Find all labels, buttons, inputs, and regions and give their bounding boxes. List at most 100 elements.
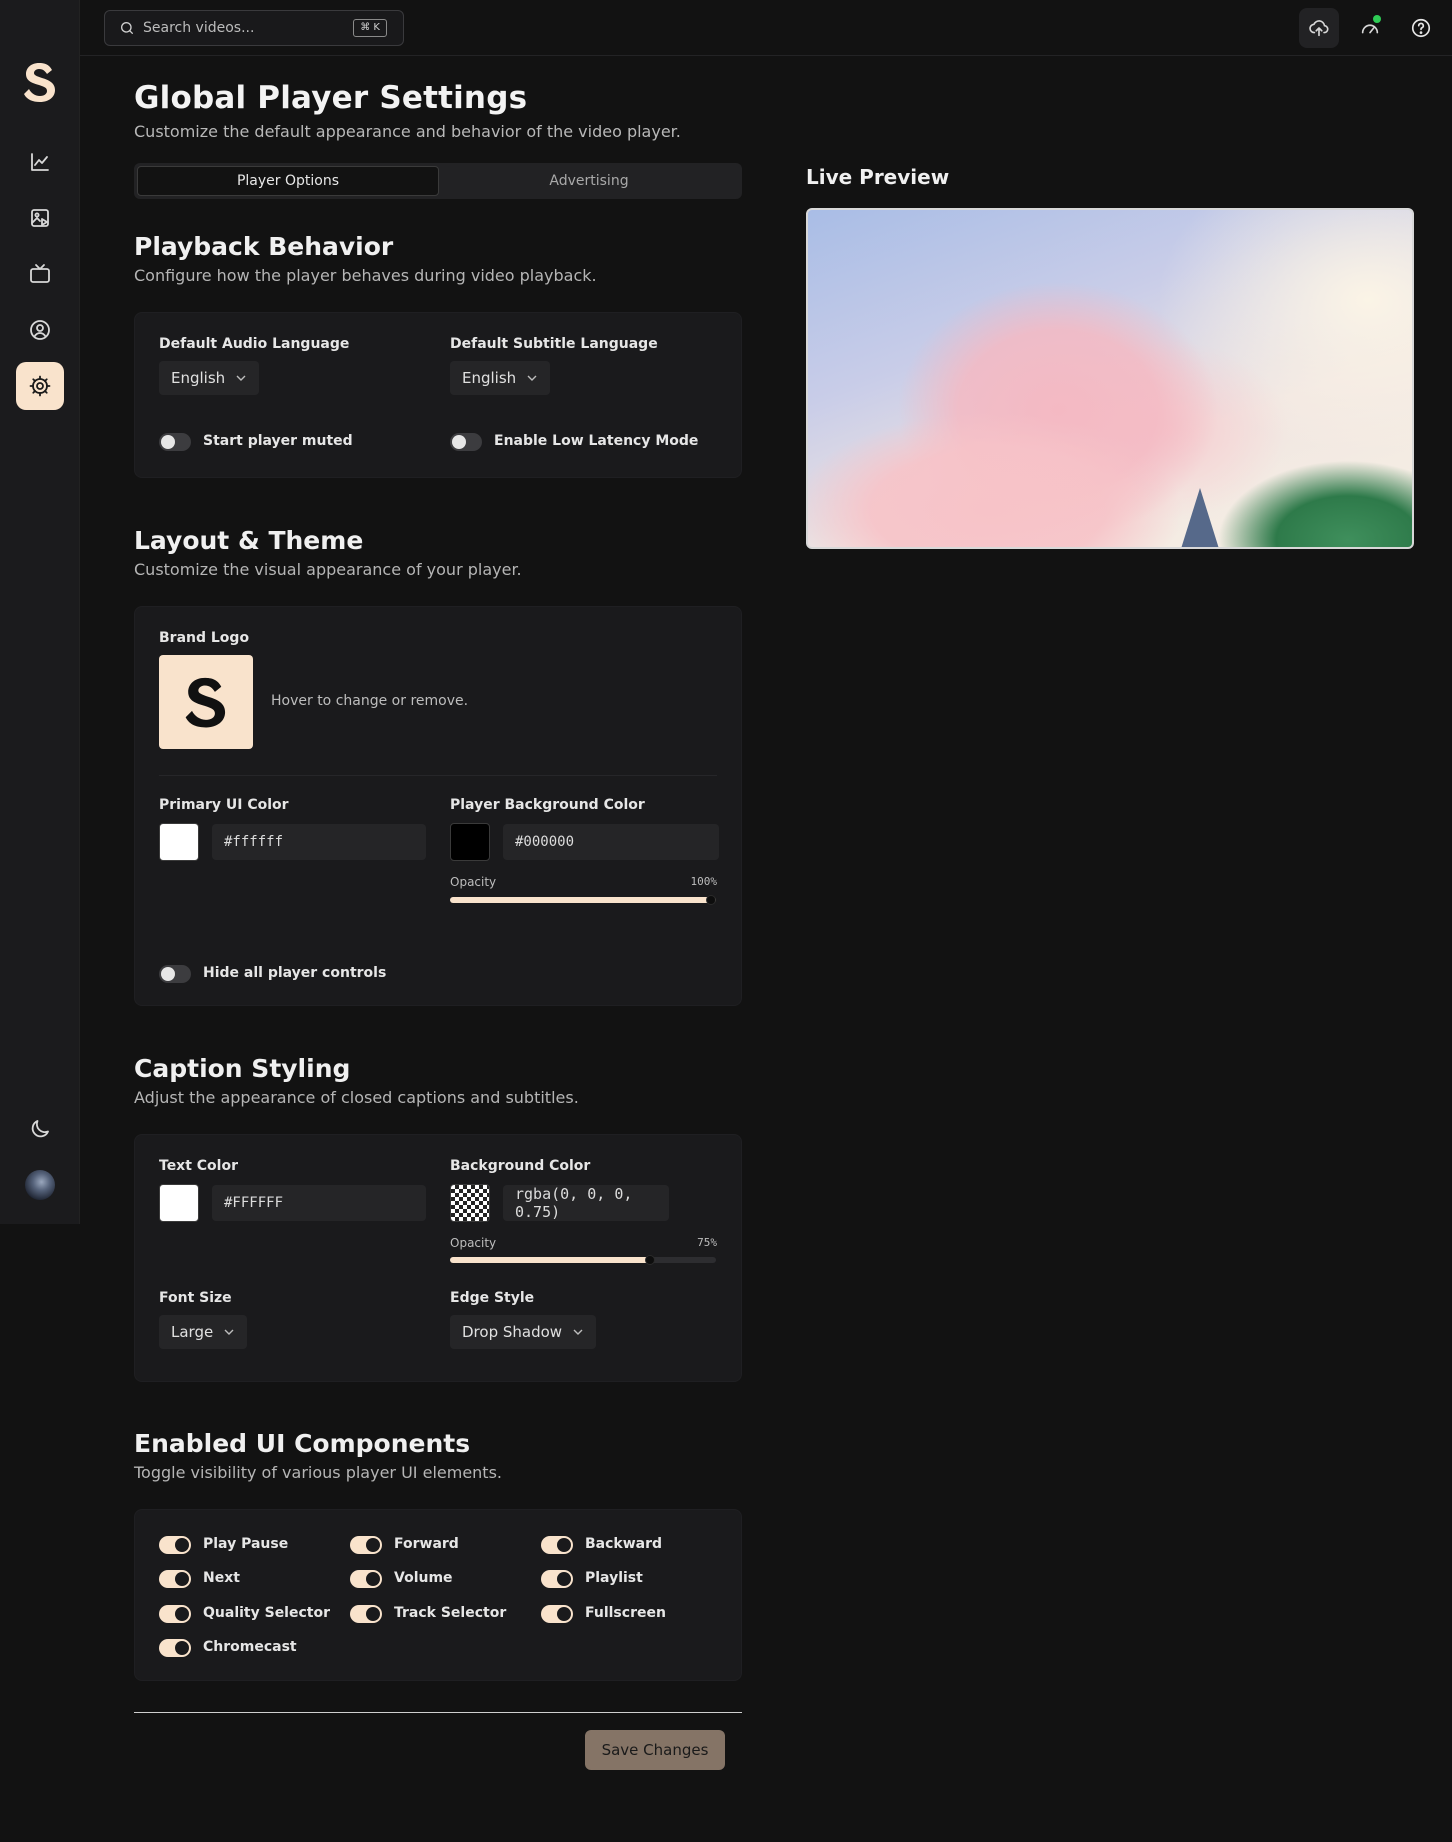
subtitle-language-select[interactable]: English: [450, 361, 551, 395]
help-button[interactable]: [1401, 8, 1441, 48]
divider: [159, 775, 717, 776]
caption-text-color-input[interactable]: #FFFFFF: [212, 1185, 426, 1221]
search-icon: [121, 22, 133, 34]
components-section-subtitle: Toggle visibility of various player UI e…: [134, 1463, 502, 1482]
component-toggle-track-selector[interactable]: [350, 1605, 382, 1623]
start-muted-label: Start player muted: [203, 433, 353, 449]
start-muted-toggle[interactable]: [159, 433, 191, 451]
caption-opacity-slider[interactable]: [450, 1255, 716, 1265]
sidebar-item-channels[interactable]: [16, 250, 64, 298]
brand-logo-upload[interactable]: [159, 655, 253, 749]
sidebar-item-media[interactable]: [16, 194, 64, 242]
caption-section-title: Caption Styling: [134, 1054, 351, 1083]
page-subtitle: Customize the default appearance and beh…: [134, 122, 681, 141]
tab-bar: Player Options Advertising: [134, 163, 742, 199]
component-label-next: Next: [203, 1570, 240, 1586]
playback-section-title: Playback Behavior: [134, 232, 394, 261]
video-preview[interactable]: [806, 208, 1414, 549]
brand-logo-label: Brand Logo: [159, 630, 250, 646]
component-toggle-play-pause[interactable]: [159, 1536, 191, 1554]
sidebar-item-analytics[interactable]: [16, 138, 64, 186]
component-label-chromecast: Chromecast: [203, 1639, 297, 1655]
component-toggle-playlist[interactable]: [541, 1570, 573, 1588]
player-bg-color-swatch[interactable]: [450, 823, 490, 861]
search-shortcut: ⌘ K: [353, 19, 387, 37]
caption-bg-color-input[interactable]: rgba(0, 0, 0, 0.75): [503, 1185, 669, 1221]
edge-style-select[interactable]: Drop Shadow: [450, 1315, 597, 1349]
component-label-track-selector: Track Selector: [394, 1605, 507, 1621]
tab-advertising[interactable]: Advertising: [439, 166, 739, 196]
caption-text-color-swatch[interactable]: [159, 1184, 199, 1222]
component-toggle-fullscreen[interactable]: [541, 1605, 573, 1623]
image-play-icon: [31, 209, 49, 227]
subtitle-language-label: Default Subtitle Language: [450, 336, 658, 352]
status-indicator: [1373, 15, 1381, 23]
search-input[interactable]: Search videos... ⌘ K: [104, 10, 404, 46]
layout-section-subtitle: Customize the visual appearance of your …: [134, 560, 522, 579]
low-latency-label: Enable Low Latency Mode: [494, 433, 699, 449]
tv-icon: [30, 264, 50, 283]
primary-color-input[interactable]: #ffffff: [212, 824, 426, 860]
line-chart-icon: [31, 153, 49, 171]
component-label-play-pause: Play Pause: [203, 1536, 289, 1552]
component-label-volume: Volume: [394, 1570, 453, 1586]
chevron-down-icon: [224, 1329, 234, 1335]
upload-cloud-icon: [1309, 20, 1329, 37]
component-label-fullscreen: Fullscreen: [585, 1605, 666, 1621]
component-toggle-forward[interactable]: [350, 1536, 382, 1554]
component-toggle-next[interactable]: [159, 1570, 191, 1588]
layout-section-title: Layout & Theme: [134, 526, 364, 555]
low-latency-toggle[interactable]: [450, 433, 482, 451]
audio-language-select[interactable]: English: [159, 361, 260, 395]
brand-logo-hint: Hover to change or remove.: [271, 693, 469, 709]
caption-section-subtitle: Adjust the appearance of closed captions…: [134, 1088, 579, 1107]
component-label-quality-selector: Quality Selector: [203, 1605, 330, 1621]
sidebar-item-account[interactable]: [16, 306, 64, 354]
sidebar-item-settings[interactable]: [16, 362, 64, 410]
brand-logo-image: [185, 677, 226, 728]
subtitle-language-value: English: [462, 369, 517, 387]
component-toggle-quality-selector[interactable]: [159, 1605, 191, 1623]
playback-section-subtitle: Configure how the player behaves during …: [134, 266, 597, 285]
audio-language-label: Default Audio Language: [159, 336, 350, 352]
chevron-down-icon: [527, 375, 537, 381]
caption-opacity-thumb[interactable]: [644, 1255, 655, 1265]
bg-opacity-value: 100%: [690, 875, 718, 888]
gear-icon: [29, 375, 51, 397]
app-logo[interactable]: [22, 60, 58, 104]
user-circle-icon: [30, 320, 50, 340]
component-toggle-chromecast[interactable]: [159, 1639, 191, 1657]
component-label-playlist: Playlist: [585, 1570, 643, 1586]
caption-bg-color-swatch[interactable]: [450, 1184, 490, 1222]
playback-card: Default Audio Language English Default S…: [134, 312, 742, 478]
component-toggle-backward[interactable]: [541, 1536, 573, 1554]
theme-toggle[interactable]: [16, 1105, 64, 1153]
caption-opacity-value: 75%: [697, 1236, 717, 1249]
primary-color-swatch[interactable]: [159, 823, 199, 861]
avatar[interactable]: [25, 1170, 55, 1200]
edge-style-label: Edge Style: [450, 1290, 535, 1306]
font-size-select[interactable]: Large: [159, 1315, 248, 1349]
help-icon: [1411, 18, 1431, 38]
component-toggle-volume[interactable]: [350, 1570, 382, 1588]
upload-button[interactable]: [1299, 8, 1339, 48]
edge-style-value: Drop Shadow: [462, 1323, 563, 1341]
player-bg-color-input[interactable]: #000000: [503, 824, 719, 860]
font-size-value: Large: [171, 1323, 214, 1341]
component-label-forward: Forward: [394, 1536, 459, 1552]
component-label-backward: Backward: [585, 1536, 663, 1552]
caption-text-color-label: Text Color: [159, 1158, 238, 1174]
live-preview-title: Live Preview: [806, 165, 950, 189]
bg-opacity-thumb[interactable]: [706, 895, 716, 905]
performance-button[interactable]: [1350, 8, 1390, 48]
hide-controls-toggle[interactable]: [159, 965, 191, 983]
save-changes-button[interactable]: Save Changes: [585, 1730, 725, 1770]
sidebar: [0, 0, 80, 1224]
tab-player-options[interactable]: Player Options: [137, 166, 439, 196]
chevron-down-icon: [236, 375, 246, 381]
player-bg-color-label: Player Background Color: [450, 797, 645, 813]
components-card: Play Pause Forward Backward Next Volume …: [134, 1509, 742, 1681]
bg-opacity-slider[interactable]: [450, 895, 716, 905]
moon-icon: [31, 1120, 49, 1138]
components-section-title: Enabled UI Components: [134, 1429, 471, 1458]
